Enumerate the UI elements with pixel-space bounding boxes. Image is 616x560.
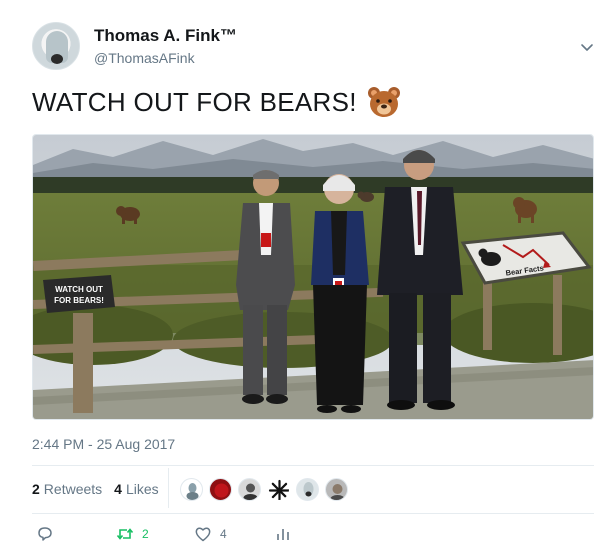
- chevron-down-icon[interactable]: [578, 38, 596, 56]
- analytics-button[interactable]: [274, 525, 292, 543]
- bear-face-icon: [367, 87, 400, 117]
- liker-avatar-3[interactable]: [238, 478, 261, 501]
- heart-icon: [195, 527, 211, 542]
- likes-stat[interactable]: 4 Likes: [114, 481, 158, 497]
- watch-out-sign: WATCH OUT FOR BEARS!: [43, 275, 115, 313]
- tweet-stats: 2 Retweets 4 Likes: [32, 481, 171, 497]
- liker-avatar-4[interactable]: [267, 478, 290, 501]
- photo-scene: WATCH OUT FOR BEARS! Bear Facts: [33, 135, 593, 419]
- liker-avatars: [180, 478, 348, 501]
- retweet-count: 2: [142, 527, 149, 541]
- avatar[interactable]: [32, 22, 80, 70]
- tweet-text-content: WATCH OUT FOR BEARS!: [32, 86, 357, 117]
- likes-label: Likes: [125, 481, 159, 497]
- tweet-actions: 2 4: [32, 525, 594, 549]
- liker-avatar-2[interactable]: [209, 478, 232, 501]
- reply-icon: [38, 527, 52, 541]
- retweets-label: Retweets: [43, 481, 103, 497]
- user-handle[interactable]: @ThomasAFink: [94, 50, 195, 66]
- display-name[interactable]: Thomas A. Fink™: [94, 26, 237, 46]
- tweet-text: WATCH OUT FOR BEARS!: [32, 86, 401, 118]
- divider-bottom: [32, 513, 594, 514]
- like-count: 4: [220, 527, 227, 541]
- liker-avatar-5[interactable]: [296, 478, 319, 501]
- likes-count: 4: [114, 481, 122, 497]
- tweet-header: Thomas A. Fink™ @ThomasAFink: [32, 22, 602, 78]
- retweets-count: 2: [32, 481, 40, 497]
- reply-button[interactable]: [36, 525, 54, 543]
- divider-top: [32, 465, 594, 466]
- analytics-icon: [277, 529, 289, 540]
- liker-avatar-1[interactable]: [180, 478, 203, 501]
- stats-separator: [168, 468, 169, 508]
- like-button[interactable]: 4: [194, 525, 227, 543]
- sign-left-line2: FOR BEARS!: [54, 296, 104, 305]
- tweet-timestamp[interactable]: 2:44 PM - 25 Aug 2017: [32, 436, 175, 452]
- liker-avatar-6[interactable]: [325, 478, 348, 501]
- retweet-icon: [116, 528, 134, 540]
- retweets-stat[interactable]: 2 Retweets: [32, 481, 102, 497]
- tweet-photo[interactable]: WATCH OUT FOR BEARS! Bear Facts: [32, 134, 594, 420]
- sign-left-line1: WATCH OUT: [55, 285, 103, 294]
- retweet-button[interactable]: 2: [116, 525, 149, 543]
